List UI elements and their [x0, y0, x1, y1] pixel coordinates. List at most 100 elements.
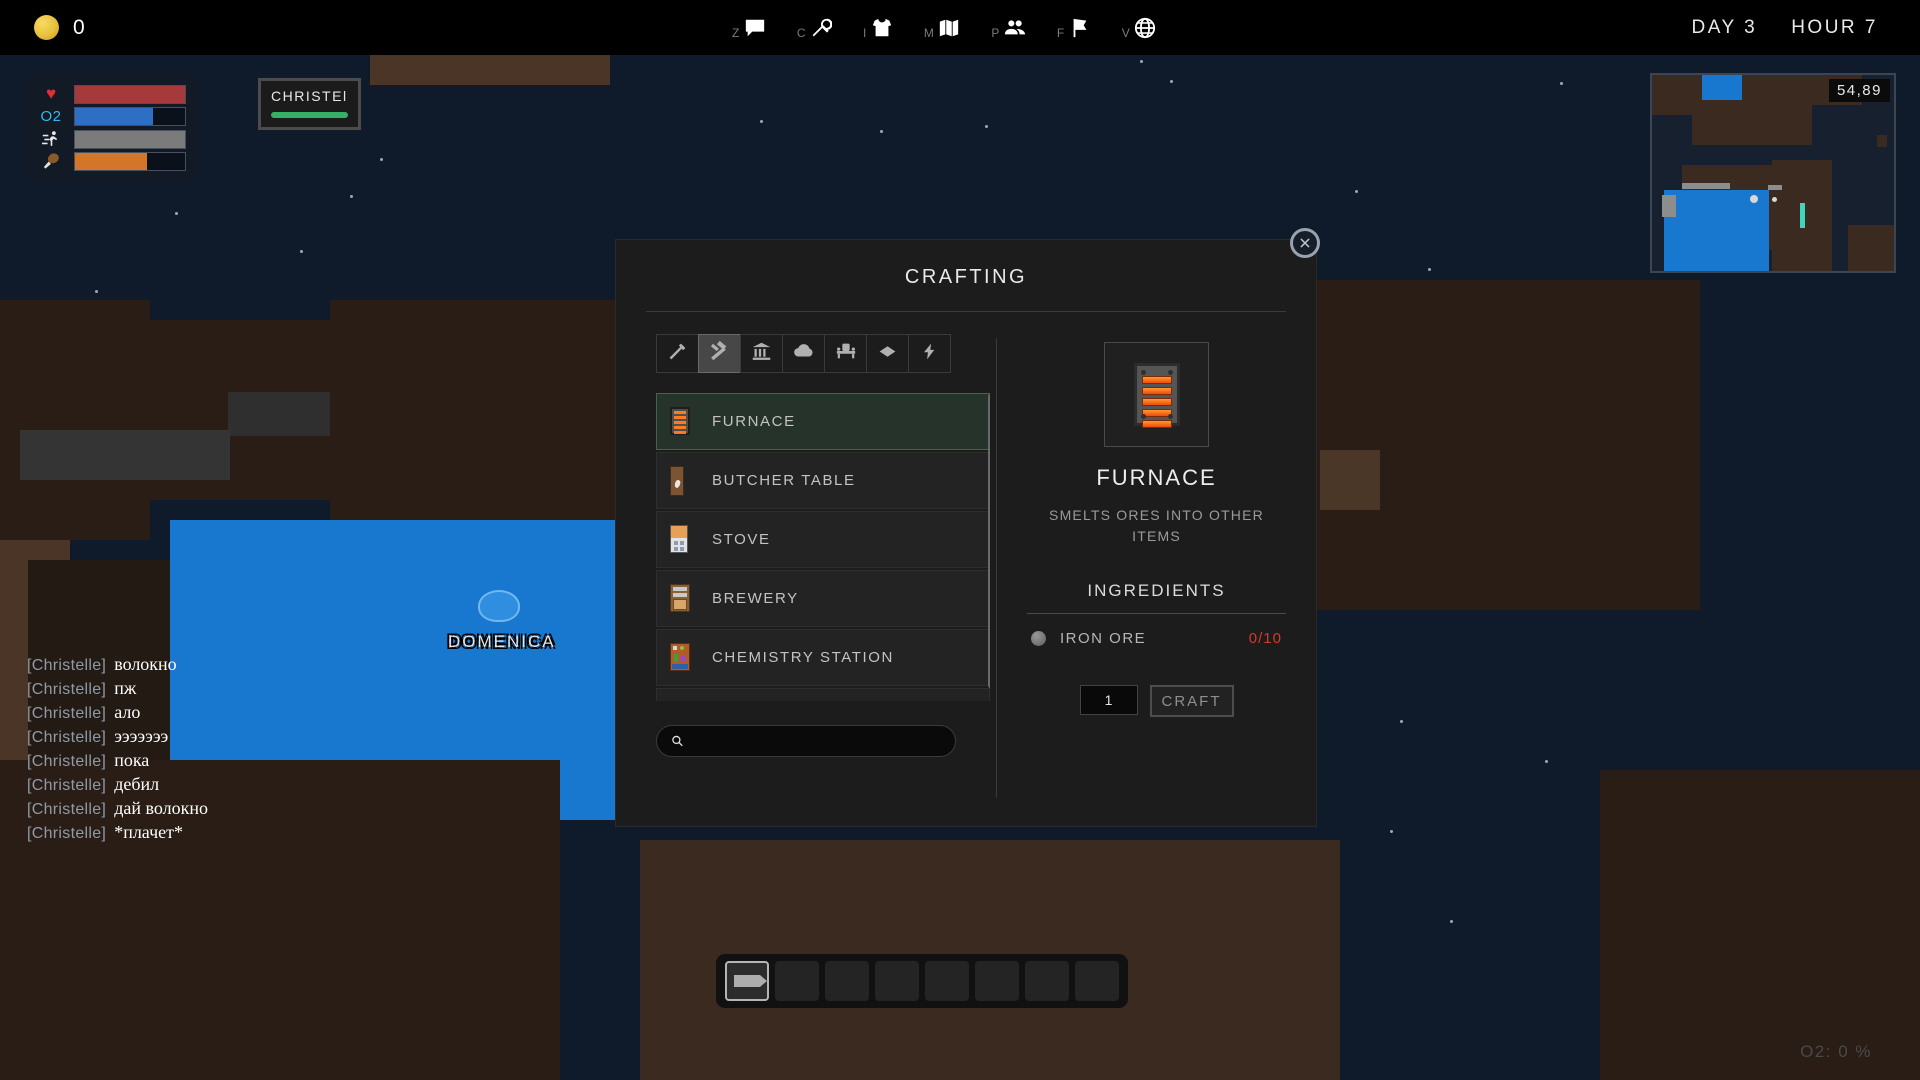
drumstick-icon	[38, 152, 64, 171]
nav-item-players[interactable]: P	[991, 15, 1027, 41]
star	[985, 125, 988, 128]
star	[175, 212, 178, 215]
nav-item-map[interactable]: M	[924, 15, 962, 41]
hammer-anvil-icon	[708, 340, 731, 368]
recipe-list[interactable]: FURNACE BUTCHER TABLE STOVE BREWERY CHEMISTR…	[656, 393, 990, 701]
chat-message: [Christelle] дай волокно	[27, 797, 208, 821]
craft-button[interactable]: CRAFT	[1149, 685, 1234, 717]
nav-item-world[interactable]: V	[1122, 15, 1158, 41]
hotbar-slot-7[interactable]	[1025, 961, 1069, 1001]
terrain-chunk	[1320, 450, 1380, 510]
nav-item-chat[interactable]: Z	[732, 15, 767, 41]
chat-text: эээээээ	[114, 726, 169, 746]
crafting-title: CRAFTING	[904, 266, 1028, 288]
chat-text: пока	[114, 750, 150, 770]
crafting-window: CRAFTING FURNACE BUTCHER TABLE STOVE BREWER…	[616, 240, 1316, 826]
nav-key-label: P	[991, 25, 1000, 40]
category-tab-valuables[interactable]	[866, 334, 909, 373]
hotbar-slot-2[interactable]	[775, 961, 819, 1001]
recipe-list-scrollbar[interactable]	[988, 393, 990, 689]
search-box[interactable]	[656, 725, 956, 757]
hotbar-slot-1[interactable]	[725, 961, 769, 1001]
chat-sender: [Christelle]	[27, 729, 107, 746]
recipe-item[interactable]: BUTCHER TABLE	[656, 452, 990, 509]
pickaxe-icon	[667, 341, 688, 367]
craft-quantity-input[interactable]	[1079, 685, 1138, 715]
recipe-name: BUTCHER TABLE	[712, 472, 856, 489]
top-bar: 0 Z C I M P F V DAY 3 HOUR 7	[0, 0, 1920, 55]
stat-bar-fill	[75, 108, 154, 126]
star	[1390, 830, 1393, 833]
category-tab-stations[interactable]	[698, 334, 741, 373]
stove-icon	[670, 524, 696, 555]
chat-log: [Christelle] волокно [Christelle] пж [Christ…	[27, 653, 208, 845]
ingredients-divider	[1027, 613, 1286, 614]
recipe-item[interactable]: MINING DRILL	[656, 688, 990, 701]
stat-bar-stamina	[74, 129, 186, 149]
chat-text: пж	[114, 678, 137, 698]
nav-key-label: V	[1121, 25, 1131, 40]
hour-label: HOUR 7	[1791, 16, 1878, 38]
flag-icon	[1068, 15, 1092, 41]
stat-bar-oxygen	[74, 107, 186, 127]
bank-icon	[751, 341, 772, 367]
recipe-item[interactable]: BREWERY	[656, 570, 990, 627]
chat-sender: [Christelle]	[27, 657, 107, 674]
star	[95, 290, 98, 293]
category-tab-buildings[interactable]	[740, 334, 783, 373]
nav-item-inventory[interactable]: I	[863, 15, 894, 41]
chat-message: [Christelle] *плачет*	[27, 821, 208, 845]
chat-sender: [Christelle]	[27, 681, 107, 698]
category-tab-power[interactable]	[908, 334, 951, 373]
chat-sender: [Christelle]	[27, 801, 107, 818]
star	[1355, 190, 1358, 193]
hotbar-slot-8[interactable]	[1075, 961, 1119, 1001]
water-bubble	[478, 590, 520, 622]
nav-key-label: Z	[732, 25, 740, 40]
hotbar-slot-4[interactable]	[875, 961, 919, 1001]
chat-message: [Christelle] пж	[27, 677, 208, 701]
star	[880, 130, 883, 133]
search-icon	[672, 735, 683, 747]
chat-text: ало	[114, 702, 141, 722]
category-tab-tools[interactable]	[656, 334, 699, 373]
nav-key-label: I	[863, 25, 867, 40]
coin-count: 0	[73, 15, 86, 39]
chemistry-station-icon	[670, 642, 696, 673]
recipe-name: FURNACE	[712, 413, 796, 430]
category-tab-furniture[interactable]	[824, 334, 867, 373]
chat-message: [Christelle] волокно	[27, 653, 208, 677]
hotbar	[716, 954, 1128, 1008]
recipe-item[interactable]: STOVE	[656, 511, 990, 568]
search-input[interactable]	[691, 733, 941, 749]
recipe-name: BREWERY	[712, 590, 799, 607]
bolt-icon	[920, 341, 939, 367]
nav-item-factions[interactable]: F	[1057, 15, 1092, 41]
star	[380, 158, 383, 161]
close-button[interactable]	[1290, 228, 1320, 258]
recipe-item[interactable]: CHEMISTRY STATION	[656, 629, 990, 686]
world-label: DOMENICA	[448, 632, 556, 651]
hotbar-slot-5[interactable]	[925, 961, 969, 1001]
star	[1450, 920, 1453, 923]
hotbar-slot-6[interactable]	[975, 961, 1019, 1001]
hotbar-slot-3[interactable]	[825, 961, 869, 1001]
category-tab-materials[interactable]	[782, 334, 825, 373]
stat-bar-hunger	[74, 152, 186, 172]
stat-bar-health	[74, 84, 186, 104]
star	[1400, 720, 1403, 723]
stat-bar-fill	[75, 130, 185, 148]
nav-key-label: F	[1056, 25, 1065, 40]
terrain-chunk	[1600, 770, 1920, 1080]
star	[1545, 760, 1548, 763]
shirt-icon	[870, 15, 894, 41]
recipe-item[interactable]: FURNACE	[656, 393, 990, 450]
cloud-icon	[793, 340, 815, 367]
minimap[interactable]: 54,89	[1650, 73, 1896, 273]
tool-icon	[734, 975, 767, 987]
ore-icon	[1031, 631, 1046, 646]
chat-text: волокно	[114, 654, 177, 674]
currency-display: 0	[34, 15, 86, 40]
chat-message: [Christelle] эээээээ	[27, 725, 208, 749]
nav-item-crafting[interactable]: C	[797, 15, 833, 41]
